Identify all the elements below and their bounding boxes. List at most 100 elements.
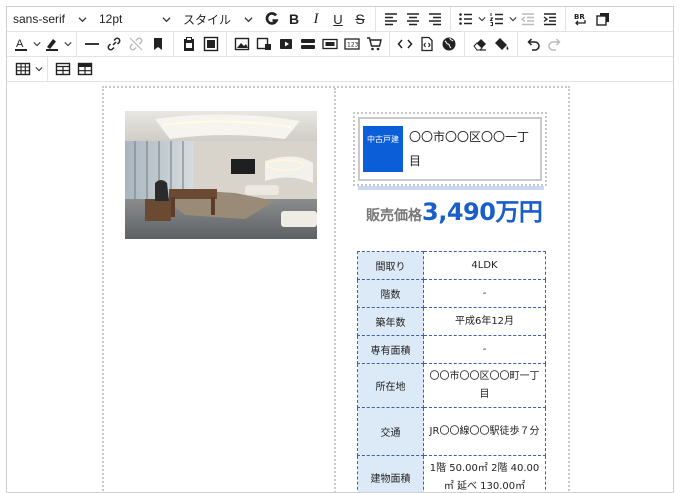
table-layout-button[interactable] xyxy=(53,59,73,79)
editor-content[interactable]: 中古戸建 〇〇市〇〇区〇〇一丁目 販売価格 3,490万円 間取り 4LDK 階… xyxy=(7,84,673,492)
layout-table[interactable]: 中古戸建 〇〇市〇〇区〇〇一丁目 販売価格 3,490万円 間取り 4LDK 階… xyxy=(102,86,570,492)
text-color-button[interactable]: A xyxy=(11,34,31,54)
image-gallery-icon xyxy=(256,37,271,50)
spec-key[interactable]: 築年数 xyxy=(357,307,424,336)
toolbar-row-3 xyxy=(7,57,673,82)
outdent-button[interactable] xyxy=(518,9,538,29)
price-divider xyxy=(358,186,544,190)
spec-value[interactable]: - xyxy=(423,335,546,364)
spec-key[interactable]: 所在地 xyxy=(357,363,424,408)
table-row: 築年数 平成6年12月 xyxy=(357,307,546,336)
price-label: 販売価格 xyxy=(366,208,422,224)
font-family-value: sans-serif xyxy=(13,12,66,26)
media-button[interactable] xyxy=(276,34,296,54)
bookmark-button[interactable] xyxy=(148,34,168,54)
copy-format-button[interactable] xyxy=(593,9,613,29)
spec-value[interactable]: 1階 50.00㎡ 2階 40.00㎡ 延べ 130.00㎡ xyxy=(423,455,546,492)
align-right-button[interactable] xyxy=(425,9,445,29)
number-box-icon: 123 xyxy=(344,38,360,50)
chevron-down-icon[interactable] xyxy=(34,59,43,79)
spec-key[interactable]: 建物面積 xyxy=(357,455,424,492)
paste-button[interactable] xyxy=(179,34,199,54)
bold-button[interactable]: B xyxy=(284,9,304,29)
numbered-box-button[interactable]: 123 xyxy=(342,34,362,54)
spec-key[interactable]: 間取り xyxy=(357,251,424,280)
cart-icon xyxy=(367,37,382,51)
paint-format-button[interactable] xyxy=(492,34,512,54)
align-right-icon xyxy=(429,13,441,26)
code-icon xyxy=(397,39,413,49)
numbered-list-button[interactable] xyxy=(487,9,507,29)
redo-button[interactable] xyxy=(545,34,565,54)
bullet-list-icon xyxy=(459,13,472,25)
table-row: 階数 - xyxy=(357,279,546,308)
property-photo[interactable] xyxy=(125,111,317,239)
spec-key[interactable]: 専有面積 xyxy=(357,335,424,364)
insert-image-button[interactable] xyxy=(232,34,252,54)
spec-value[interactable]: JR〇〇線〇〇駅徒歩７分 xyxy=(423,407,546,456)
spec-key[interactable]: 交通 xyxy=(357,407,424,456)
numbered-list-icon xyxy=(489,13,503,26)
play-icon xyxy=(280,39,292,49)
chevron-down-icon[interactable] xyxy=(63,34,72,54)
code-file-icon xyxy=(421,36,433,52)
bookmark-icon xyxy=(154,38,162,50)
horizontal-line-icon xyxy=(85,43,99,45)
horizontal-rule-button[interactable] xyxy=(82,34,102,54)
strikethrough-button[interactable]: S xyxy=(350,9,370,29)
spec-table[interactable]: 間取り 4LDK 階数 - 築年数 平成6年12月 専有面積 - 所在地 〇〇市… xyxy=(357,251,546,492)
column-divider xyxy=(334,88,336,492)
table-button[interactable] xyxy=(13,59,33,79)
svg-text:BR: BR xyxy=(574,13,585,21)
g-letter-icon xyxy=(265,12,279,25)
align-center-button[interactable] xyxy=(403,9,423,29)
table-header-button[interactable] xyxy=(75,59,95,79)
clear-format-button[interactable] xyxy=(470,34,490,54)
font-family-select[interactable]: sans-serif xyxy=(9,9,87,29)
cart-button[interactable] xyxy=(364,34,384,54)
image-gallery-button[interactable] xyxy=(254,34,274,54)
font-size-value: 12pt xyxy=(99,12,123,26)
font-size-select[interactable]: 12pt xyxy=(95,9,171,29)
svg-text:123: 123 xyxy=(347,42,359,49)
chevron-down-icon xyxy=(78,15,87,24)
template-button[interactable] xyxy=(298,34,318,54)
property-title-box[interactable]: 中古戸建 〇〇市〇〇区〇〇一丁目 xyxy=(353,112,547,186)
svg-text:A: A xyxy=(16,38,24,50)
table-header-icon xyxy=(77,62,93,76)
fullscreen-button[interactable] xyxy=(201,34,221,54)
source-code-button[interactable] xyxy=(395,34,415,54)
property-type-badge: 中古戸建 xyxy=(363,126,403,172)
spec-key[interactable]: 階数 xyxy=(357,279,424,308)
style-select[interactable]: スタイル xyxy=(179,9,253,29)
undo-icon xyxy=(527,38,540,51)
code-file-button[interactable] xyxy=(417,34,437,54)
spec-value[interactable]: 4LDK xyxy=(423,251,546,280)
preview-button[interactable] xyxy=(439,34,459,54)
link-button[interactable] xyxy=(104,34,124,54)
highlight-color-button[interactable] xyxy=(42,34,62,54)
underline-button[interactable]: U xyxy=(328,9,348,29)
italic-button[interactable]: I xyxy=(306,9,326,29)
table-grid-icon xyxy=(55,62,71,76)
align-left-button[interactable] xyxy=(381,9,401,29)
table-row: 交通 JR〇〇線〇〇駅徒歩７分 xyxy=(357,407,546,456)
text-color-icon: A xyxy=(15,38,27,51)
chevron-down-icon[interactable] xyxy=(32,34,41,54)
copy-icon xyxy=(596,13,609,26)
eraser-icon xyxy=(473,39,486,51)
bold-heavy-icon[interactable] xyxy=(262,9,282,29)
bullet-list-button[interactable] xyxy=(456,9,476,29)
spec-value[interactable]: 〇〇市〇〇区〇〇町一丁目 xyxy=(423,363,546,408)
chevron-down-icon[interactable] xyxy=(508,9,517,29)
indent-button[interactable] xyxy=(540,9,560,29)
unlink-button[interactable] xyxy=(126,34,146,54)
spec-value[interactable]: 平成6年12月 xyxy=(423,307,546,336)
spec-value[interactable]: - xyxy=(423,279,546,308)
fullscreen-icon xyxy=(203,36,219,52)
undo-button[interactable] xyxy=(523,34,543,54)
line-break-button[interactable]: BR xyxy=(571,9,591,29)
chevron-down-icon[interactable] xyxy=(477,9,486,29)
button-insert-button[interactable] xyxy=(320,34,340,54)
template-icon xyxy=(301,39,315,49)
